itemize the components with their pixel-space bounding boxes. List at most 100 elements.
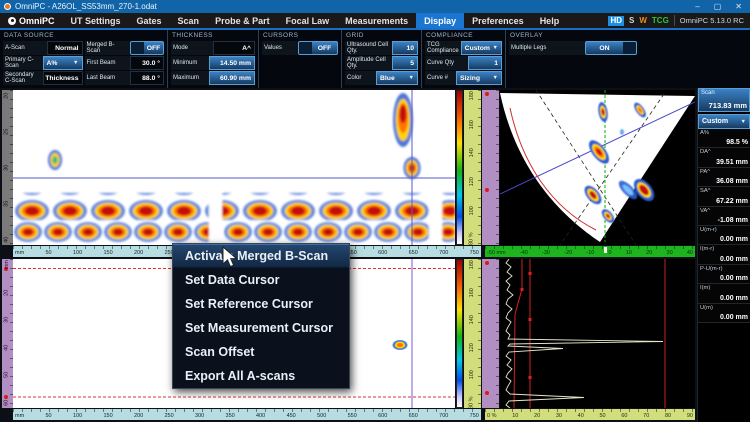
context-menu-item-set-data-cursor[interactable]: Set Data Cursor xyxy=(173,268,349,292)
b-scan-view[interactable] xyxy=(13,90,455,245)
context-menu-item-export-all-a-scans[interactable]: Export All A-scans xyxy=(173,364,349,388)
ruler-label: 550 xyxy=(348,414,357,420)
ruler-label: 10 xyxy=(626,251,632,257)
last-beam-field[interactable]: Last Beam 88.0 ° xyxy=(85,71,165,85)
reading-p-u-m-r-: P-U(m-r)0.00 mm xyxy=(698,265,750,284)
menu-item-scan[interactable]: Scan xyxy=(170,13,208,28)
thickness-maximum-field[interactable]: Maximum 60.90 mm xyxy=(171,71,255,85)
panel-title: OVERLAY xyxy=(510,32,747,39)
curve-number-dropdown[interactable]: Curve # Sizing▼ xyxy=(425,71,502,85)
ruler-label: 60 xyxy=(5,399,11,405)
reading-sa-: SA^67.22 mm xyxy=(698,187,750,206)
reading-value: 36.08 mm xyxy=(700,178,748,185)
w-badge: W xyxy=(639,16,647,25)
scan-axis-ruler-bottom[interactable]: mm50100150200250300350400450500550600650… xyxy=(13,409,481,420)
reading-label: PA^ xyxy=(700,169,748,175)
ruler-label: 30 xyxy=(5,317,11,323)
curve-qty-field[interactable]: Curve Qty 1 xyxy=(425,56,502,70)
s-badge: S xyxy=(629,16,634,25)
ruler-label: 750 xyxy=(470,414,479,420)
secondary-c-scan-field[interactable]: Secondary C-Scan Thickness xyxy=(3,71,83,85)
ruler-label: 40 xyxy=(5,344,11,350)
maximize-icon[interactable]: ▢ xyxy=(714,2,722,11)
context-menu-item-activate-merged-b-scan[interactable]: Activate Merged B-Scan xyxy=(173,244,349,268)
amplitude-palette-bottom xyxy=(456,259,463,408)
menu-item-focal-law[interactable]: Focal Law xyxy=(278,13,338,28)
ruler-label: mm xyxy=(5,260,11,269)
palette-percent-ruler-top[interactable]: 18016014012010080 % xyxy=(464,90,481,245)
hd-badge: HD xyxy=(608,16,624,26)
merged-b-scan-toggle[interactable]: Merged B-Scan OFF xyxy=(85,41,165,55)
index-axis-ruler[interactable]: -50 mm-40-30-20-10010203040 xyxy=(485,246,695,257)
cursors-values-toggle[interactable]: Values OFF xyxy=(262,41,338,55)
cursor-dot xyxy=(485,188,489,192)
menu-item-display[interactable]: Display xyxy=(416,13,464,28)
panel-overlay: OVERLAY Multiple Legs ON xyxy=(506,30,750,88)
context-menu-item-scan-offset[interactable]: Scan Offset xyxy=(173,340,349,364)
grid-ultrasound-cell-qty-field[interactable]: Ultrasound Cell Qty. 10 xyxy=(345,41,418,55)
reading-va-: VA^-1.08 mm xyxy=(698,207,750,226)
ruler-label: 30 xyxy=(5,164,11,170)
menu-item-gates[interactable]: Gates xyxy=(129,13,170,28)
thickness-mode-field[interactable]: Mode A^ xyxy=(171,41,255,55)
first-beam-field[interactable]: First Beam 30.0 ° xyxy=(85,56,165,70)
reading-value: 0.00 mm xyxy=(700,256,748,263)
ruler-label: 650 xyxy=(409,414,418,420)
ruler-label: 30 xyxy=(667,251,673,257)
a-scan-view[interactable] xyxy=(500,259,695,408)
context-menu-item-set-reference-cursor[interactable]: Set Reference Cursor xyxy=(173,292,349,316)
ruler-label: 60 xyxy=(621,414,627,420)
s-scan-plot xyxy=(500,90,695,245)
ruler-label: 750 xyxy=(470,251,479,257)
reading-da-: DA^39.51 mm xyxy=(698,148,750,167)
minimize-icon[interactable]: – xyxy=(695,2,699,11)
gear-icon xyxy=(8,17,16,25)
s-scan-depth-ruler[interactable] xyxy=(482,90,499,245)
menu-item-measurements[interactable]: Measurements xyxy=(337,13,416,28)
menu-item-ut-settings[interactable]: UT Settings xyxy=(63,13,129,28)
menu-item-preferences[interactable]: Preferences xyxy=(464,13,532,28)
ruler-label: 100 xyxy=(470,370,476,379)
mouse-cursor xyxy=(222,246,239,270)
menu-item-omnipc[interactable]: OmniPC xyxy=(0,13,63,28)
amplitude-axis-ruler[interactable]: 0 %102030405060708090 xyxy=(485,409,695,420)
thickness-depth-ruler[interactable]: mm2030405060 xyxy=(2,259,13,408)
context-menu-item-set-measurement-cursor[interactable]: Set Measurement Cursor xyxy=(173,316,349,340)
panel-title: DATA SOURCE xyxy=(4,32,164,39)
primary-c-scan-dropdown[interactable]: Primary C-Scan A%▼ xyxy=(3,56,83,70)
readings-mode-dropdown[interactable]: Custom ▼ xyxy=(698,114,750,129)
menu-item-help[interactable]: Help xyxy=(532,13,568,28)
grid-color-dropdown[interactable]: Color Blue▼ xyxy=(345,71,418,85)
thickness-minimum-field[interactable]: Minimum 14.50 mm xyxy=(171,56,255,70)
scan-position-field[interactable]: Scan 713.83 mm xyxy=(698,88,750,112)
ruler-label: 50 xyxy=(46,251,52,257)
reading-label: I(m) xyxy=(700,285,748,291)
a-scan-field[interactable]: A-Scan Normal xyxy=(3,41,83,55)
ruler-label: 20 xyxy=(5,289,11,295)
ruler-label: 50 xyxy=(46,414,52,420)
grid-amplitude-cell-qty-field[interactable]: Amplitude Cell Qty. 5 xyxy=(345,56,418,70)
ruler-label: -40 xyxy=(520,251,528,257)
ruler-label: 50 xyxy=(600,414,606,420)
ruler-label: 20 xyxy=(646,251,652,257)
reading-value: 0.00 mm xyxy=(700,275,748,282)
divider xyxy=(674,15,675,26)
ruler-label: mm xyxy=(15,414,24,420)
app-icon xyxy=(4,3,11,10)
ruler-label: 120 xyxy=(470,177,476,186)
multiple-legs-toggle[interactable]: Multiple Legs ON xyxy=(509,41,637,55)
tcg-compliance-dropdown[interactable]: TCG Compliance Custom▼ xyxy=(425,41,502,55)
panel-title: GRID xyxy=(346,32,418,39)
b-scan-depth-ruler[interactable]: 2025303540 xyxy=(2,90,13,245)
s-scan-view[interactable] xyxy=(500,90,695,245)
reading-pa-: PA^ 36.08 mm xyxy=(698,168,750,187)
palette-percent-ruler-bottom[interactable]: 18016014012010080 % xyxy=(464,259,481,408)
close-icon[interactable]: ✕ xyxy=(735,2,742,11)
panel-title: COMPLIANCE xyxy=(426,32,502,39)
menu-item-probe-part[interactable]: Probe & Part xyxy=(207,13,278,28)
ruler-label: 180 xyxy=(470,260,476,269)
panel-grid: GRID Ultrasound Cell Qty. 10 Amplitude C… xyxy=(342,30,422,88)
a-scan-plot xyxy=(500,259,695,408)
a-scan-depth-ruler[interactable] xyxy=(482,259,499,408)
ruler-label: 80 xyxy=(665,414,671,420)
